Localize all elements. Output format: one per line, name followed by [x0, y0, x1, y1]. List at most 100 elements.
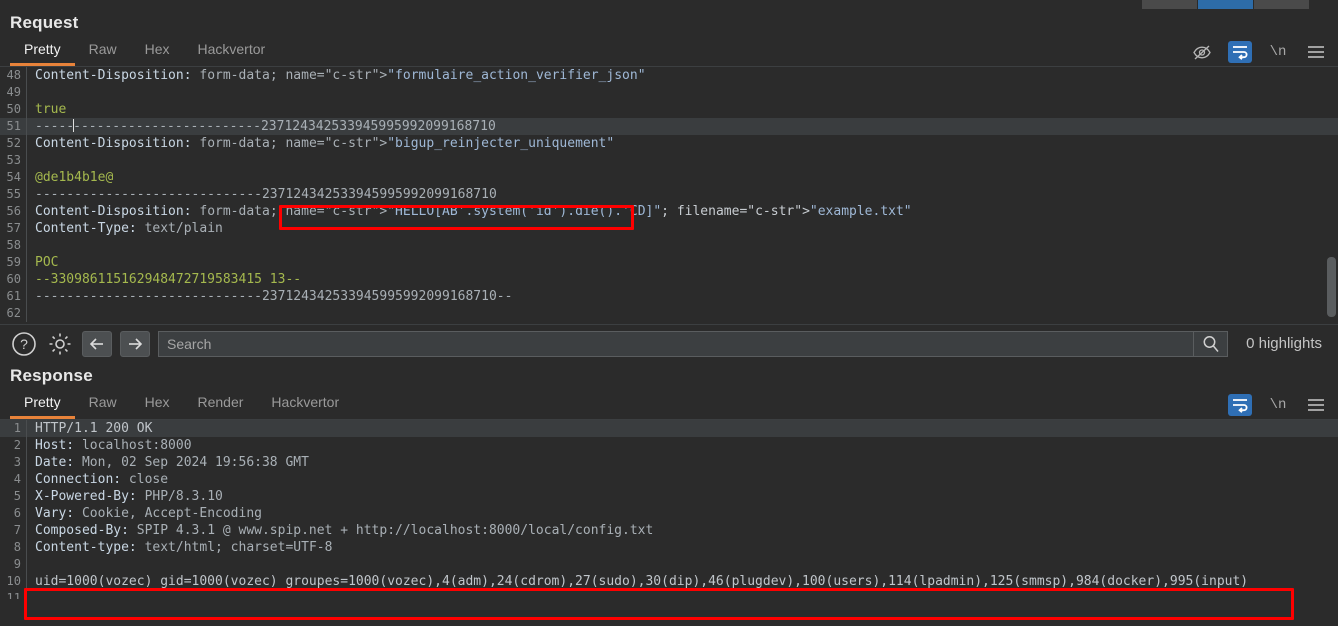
code-text: HTTP/1.1 200 OK — [35, 421, 153, 436]
gutter-separator — [26, 471, 27, 488]
gutter-separator — [26, 203, 27, 220]
response-tab-hackvertor[interactable]: Hackvertor — [257, 391, 353, 419]
find-previous-button[interactable] — [82, 330, 112, 357]
code-text: Composed-By: SPIP 4.3.1 @ www.spip.net +… — [35, 523, 654, 538]
word-wrap-icon[interactable] — [1228, 41, 1252, 63]
code-text: -----------------------------23712434253… — [35, 119, 496, 134]
code-line[interactable]: 53 — [0, 152, 1338, 169]
line-number: 50 — [6, 102, 21, 116]
code-line[interactable]: 57 Content-Type: text/plain — [0, 220, 1338, 237]
code-line[interactable]: 51 -----------------------------237124342… — [0, 118, 1338, 135]
line-number: 57 — [6, 221, 21, 235]
response-tab-icons: \n — [1228, 394, 1328, 416]
magnifier-icon[interactable] — [1193, 331, 1227, 356]
search-field-wrapper[interactable] — [158, 330, 1229, 357]
find-next-button[interactable] — [120, 330, 150, 357]
code-line[interactable]: 4 Connection: close — [0, 471, 1338, 488]
response-tab-render[interactable]: Render — [184, 391, 258, 419]
gutter-separator — [26, 152, 27, 169]
line-number: 2 — [13, 438, 21, 452]
request-tabbar: Pretty Raw Hex Hackvertor \n — [0, 38, 1338, 67]
response-tab-hex[interactable]: Hex — [131, 391, 184, 419]
line-number: 51 — [6, 119, 21, 133]
response-tab-pretty[interactable]: Pretty — [10, 391, 75, 419]
burp-repeater-window: Request Pretty Raw Hex Hackvertor \n 48 … — [0, 0, 1338, 626]
code-line[interactable]: 48 Content-Disposition: form-data; name="… — [0, 67, 1338, 84]
line-number: 53 — [6, 153, 21, 167]
line-number: 61 — [6, 289, 21, 303]
request-tab-pretty[interactable]: Pretty — [10, 38, 75, 66]
code-text: Host: localhost:8000 — [35, 438, 192, 453]
code-line[interactable]: 60 --330986115162948472719583415 13-- — [0, 271, 1338, 288]
request-tab-hackvertor[interactable]: Hackvertor — [184, 38, 280, 66]
code-line[interactable]: 8 Content-type: text/html; charset=UTF-8 — [0, 539, 1338, 556]
code-line[interactable]: 59 POC — [0, 254, 1338, 271]
code-line[interactable]: 3 Date: Mon, 02 Sep 2024 19:56:38 GMT — [0, 454, 1338, 471]
menu-icon[interactable] — [1304, 394, 1328, 416]
response-tabbar: Pretty Raw Hex Render Hackvertor \n — [0, 391, 1338, 420]
gutter-separator — [26, 420, 27, 437]
code-line[interactable]: 56 Content-Disposition: form-data; name="… — [0, 203, 1338, 220]
gutter-separator — [26, 186, 27, 203]
gutter-separator — [26, 237, 27, 254]
code-line[interactable]: 62 — [0, 305, 1338, 322]
line-number: 58 — [6, 238, 21, 252]
code-text: @de1b4b1e@ — [35, 170, 114, 185]
word-wrap-icon[interactable] — [1228, 394, 1252, 416]
line-number: 10 — [6, 574, 21, 588]
code-line[interactable]: 55 -----------------------------237124342… — [0, 186, 1338, 203]
gutter-separator — [26, 67, 27, 84]
gutter-separator — [26, 488, 27, 505]
search-input[interactable] — [159, 335, 1194, 352]
gear-icon[interactable] — [46, 330, 74, 358]
code-line[interactable]: 11 — [0, 590, 1338, 599]
line-number: 6 — [13, 506, 21, 520]
code-line[interactable]: 52 Content-Disposition: form-data; name="… — [0, 135, 1338, 152]
gutter-separator — [26, 118, 27, 135]
request-tab-raw[interactable]: Raw — [75, 38, 131, 66]
code-line[interactable]: 58 — [0, 237, 1338, 254]
code-line[interactable]: 5 X-Powered-By: PHP/8.3.10 — [0, 488, 1338, 505]
code-line[interactable]: 50 true — [0, 101, 1338, 118]
line-number: 55 — [6, 187, 21, 201]
gutter-separator — [26, 590, 27, 599]
gutter-separator — [26, 539, 27, 556]
toolbar-button-stub-1[interactable] — [1142, 0, 1198, 9]
code-line[interactable]: 2 Host: localhost:8000 — [0, 437, 1338, 454]
code-line[interactable]: 1 HTTP/1.1 200 OK — [0, 420, 1338, 437]
code-line[interactable]: 54 @de1b4b1e@ — [0, 169, 1338, 186]
toolbar-button-stub-2-selected[interactable] — [1198, 0, 1254, 9]
code-line[interactable]: 7 Composed-By: SPIP 4.3.1 @ www.spip.net … — [0, 522, 1338, 539]
newline-icon[interactable]: \n — [1266, 394, 1290, 416]
svg-text:?: ? — [20, 336, 28, 352]
request-panel-title: Request — [10, 13, 79, 32]
toolbar-button-stub-3[interactable] — [1254, 0, 1310, 9]
gutter-separator — [26, 573, 27, 590]
line-number: 56 — [6, 204, 21, 218]
gutter-separator — [26, 437, 27, 454]
request-editor[interactable]: 48 Content-Disposition: form-data; name="… — [0, 67, 1338, 324]
response-tab-raw[interactable]: Raw — [75, 391, 131, 419]
newline-icon[interactable]: \n — [1266, 41, 1290, 63]
help-icon[interactable]: ? — [10, 330, 38, 358]
gutter-separator — [26, 305, 27, 322]
gutter-separator — [26, 556, 27, 573]
request-vertical-scrollbar-thumb[interactable] — [1327, 257, 1336, 317]
code-line[interactable]: 61 -----------------------------237124342… — [0, 288, 1338, 305]
line-number: 54 — [6, 170, 21, 184]
code-text: --330986115162948472719583415 13-- — [35, 272, 302, 287]
eye-off-icon[interactable] — [1190, 41, 1214, 63]
gutter-separator — [26, 169, 27, 186]
line-number: 1 — [13, 421, 21, 435]
code-text: Vary: Cookie, Accept-Encoding — [35, 506, 262, 521]
request-tab-hex[interactable]: Hex — [131, 38, 184, 66]
code-line[interactable]: 10 uid=1000(vozec) gid=1000(vozec) groupe… — [0, 573, 1338, 590]
gutter-separator — [26, 220, 27, 237]
code-line[interactable]: 49 — [0, 84, 1338, 101]
code-line[interactable]: 9 — [0, 556, 1338, 573]
line-number: 3 — [13, 455, 21, 469]
code-line[interactable]: 6 Vary: Cookie, Accept-Encoding — [0, 505, 1338, 522]
menu-icon[interactable] — [1304, 41, 1328, 63]
gutter-separator — [26, 271, 27, 288]
response-editor[interactable]: 1 HTTP/1.1 200 OK 2 Host: localhost:8000 3 Da… — [0, 420, 1338, 599]
